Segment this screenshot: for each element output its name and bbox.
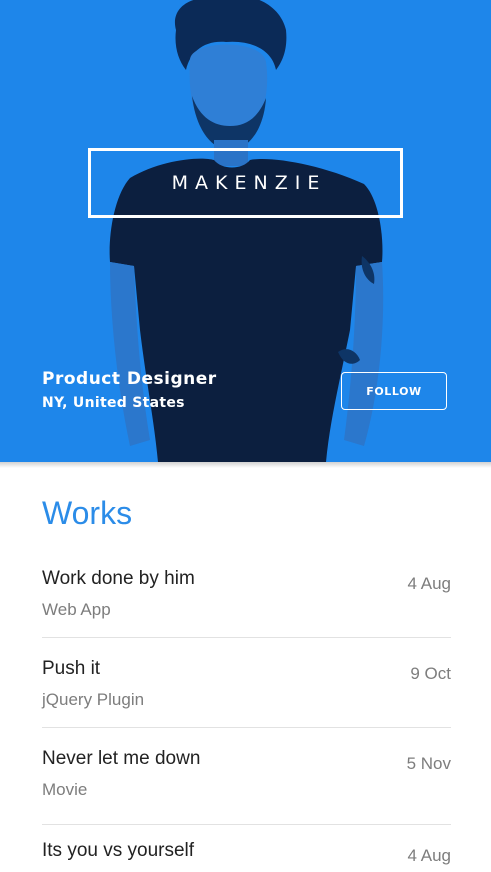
list-item[interactable]: Work done by him Web App 4 Aug xyxy=(42,548,451,638)
work-title: Push it xyxy=(42,658,101,679)
follow-button[interactable]: FOLLOW xyxy=(341,372,447,410)
work-date: 9 Oct xyxy=(410,664,451,683)
works-list: Work done by him Web App 4 Aug Push it j… xyxy=(0,548,491,872)
work-date: 5 Nov xyxy=(406,754,451,773)
work-date: 4 Aug xyxy=(407,846,452,865)
list-item[interactable]: Never let me down Movie 5 Nov xyxy=(42,728,451,825)
work-title: Never let me down xyxy=(42,748,201,769)
name-frame: MAKENZIE xyxy=(88,148,403,218)
profile-title: Product Designer xyxy=(42,369,217,389)
work-title: Its you vs yourself xyxy=(42,840,195,861)
profile-name: MAKENZIE xyxy=(171,172,327,194)
work-subtitle: Web App xyxy=(42,600,111,619)
work-subtitle: jQuery Plugin xyxy=(42,690,145,709)
list-item[interactable]: Its you vs yourself 4 Aug xyxy=(42,825,451,872)
profile-location: NY, United States xyxy=(42,395,185,411)
work-subtitle: Movie xyxy=(42,780,88,799)
list-item[interactable]: Push it jQuery Plugin 9 Oct xyxy=(42,638,451,728)
hero-shadow xyxy=(0,462,491,468)
work-date: 4 Aug xyxy=(407,574,452,593)
section-title-works: Works xyxy=(42,495,133,531)
work-title: Work done by him xyxy=(42,568,195,589)
profile-hero: MAKENZIE Product Designer NY, United Sta… xyxy=(0,0,491,462)
